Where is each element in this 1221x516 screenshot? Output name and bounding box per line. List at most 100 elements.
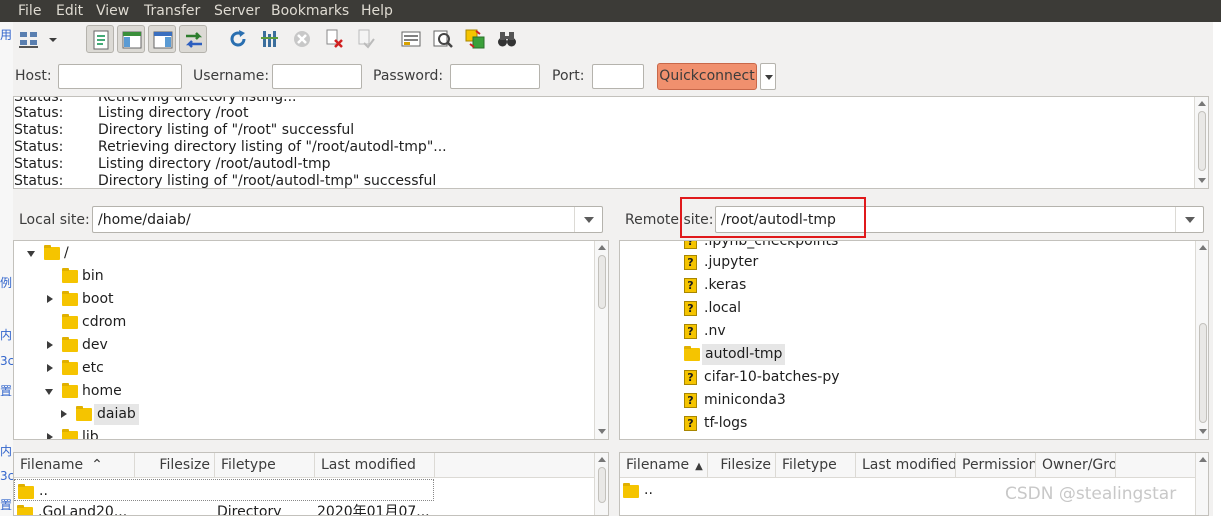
- refresh-button[interactable]: [224, 25, 252, 53]
- log-status: Status:: [14, 173, 64, 189]
- directory-filter-button[interactable]: [397, 25, 425, 53]
- scrollbar-thumb[interactable]: [1198, 111, 1206, 171]
- column-header-last-modified[interactable]: Last modified: [856, 453, 956, 478]
- remote-tree-icon: [153, 31, 173, 49]
- host-input[interactable]: [58, 64, 182, 89]
- column-header-filesize[interactable]: Filesize: [135, 453, 215, 478]
- toggle-local-tree-button[interactable]: [117, 25, 145, 53]
- column-header-permission[interactable]: Permission: [956, 453, 1036, 478]
- unknown-folder-icon: ?: [684, 278, 700, 293]
- chevron-down-icon[interactable]: [574, 207, 602, 232]
- column-header-owner-group[interactable]: Owner/Gro: [1036, 453, 1116, 478]
- expander-right-icon[interactable]: [44, 335, 56, 356]
- local-site-bar: Local site: /home/daiab/: [13, 198, 608, 240]
- toggle-message-log-button[interactable]: [86, 25, 114, 53]
- column-header-last-modified[interactable]: Last modified: [315, 453, 435, 478]
- scrollbar-thumb[interactable]: [598, 255, 606, 309]
- scrollbar-thumb[interactable]: [598, 467, 606, 503]
- file-row[interactable]: ..: [14, 479, 434, 501]
- folder-icon: [623, 483, 639, 498]
- local-site-path-combo[interactable]: /home/daiab/: [92, 206, 603, 233]
- unknown-folder-icon: ?: [684, 324, 700, 339]
- disconnect-button[interactable]: [320, 25, 348, 53]
- site-manager-icon: [19, 32, 38, 48]
- process-queue-button[interactable]: [256, 25, 284, 53]
- menu-bookmarks[interactable]: Bookmarks: [271, 2, 349, 20]
- column-title: Filename: [626, 457, 690, 473]
- log-status: Status:: [14, 139, 64, 155]
- background-window-strip: 用 例 内 3c 置 内 3c 置: [0, 22, 14, 516]
- folder-icon: [62, 383, 78, 398]
- folder-icon: [18, 484, 34, 499]
- log-row: Status: Directory listing of "/root" succ…: [14, 122, 1194, 139]
- quickconnect-button[interactable]: Quickconnect: [657, 63, 757, 90]
- synchronized-browsing-button[interactable]: [461, 25, 489, 53]
- scroll-down-icon[interactable]: [1198, 178, 1206, 183]
- chevron-down-icon[interactable]: [1175, 207, 1203, 232]
- menu-help[interactable]: Help: [361, 2, 393, 20]
- sort-ascending-icon: ⌃: [91, 457, 103, 473]
- scroll-up-icon[interactable]: [598, 457, 606, 462]
- remote-file-list-scrollbar[interactable]: [1195, 453, 1208, 515]
- remote-tree-scrollbar[interactable]: [1195, 241, 1208, 439]
- menu-transfer[interactable]: Transfer: [144, 2, 200, 20]
- scroll-down-icon[interactable]: [598, 429, 606, 434]
- log-scrollbar[interactable]: [1194, 97, 1208, 188]
- expander-right-icon[interactable]: [44, 358, 56, 379]
- menu-edit[interactable]: Edit: [56, 2, 83, 20]
- cancel-button[interactable]: [288, 25, 316, 53]
- scroll-up-icon[interactable]: [598, 245, 606, 250]
- scroll-down-icon[interactable]: [1199, 429, 1207, 434]
- expander-down-icon[interactable]: [44, 381, 56, 402]
- toolbar: [13, 22, 1213, 58]
- username-input[interactable]: [272, 64, 362, 89]
- horizontal-splitter[interactable]: [13, 189, 1209, 198]
- site-manager-dropdown[interactable]: [45, 25, 61, 53]
- menubar: File Edit View Transfer Server Bookmarks…: [0, 0, 1221, 22]
- vertical-splitter[interactable]: [608, 198, 619, 516]
- column-header-filename[interactable]: Filename ⌃: [14, 453, 135, 478]
- menu-file[interactable]: File: [18, 2, 41, 20]
- log-message: Directory listing of "/root" successful: [98, 122, 355, 138]
- scroll-up-icon[interactable]: [1199, 245, 1207, 250]
- scroll-up-icon[interactable]: [1199, 457, 1207, 462]
- password-input[interactable]: [450, 64, 540, 89]
- disconnect-icon: [326, 29, 343, 48]
- tree-node-label: tf-logs: [704, 415, 748, 431]
- quickconnect-history-dropdown[interactable]: [760, 63, 776, 90]
- transfer-queue-icon: [185, 32, 203, 48]
- column-header-filesize[interactable]: Filesize: [708, 453, 776, 478]
- local-tree-scrollbar[interactable]: [594, 241, 608, 439]
- local-file-list-scrollbar[interactable]: [594, 453, 608, 515]
- expander-right-icon[interactable]: [44, 289, 56, 310]
- background-fragment: 内: [0, 328, 13, 342]
- column-header-filename[interactable]: Filename ▲: [620, 453, 708, 478]
- column-header-filetype[interactable]: Filetype: [776, 453, 856, 478]
- column-header-filetype[interactable]: Filetype: [215, 453, 315, 478]
- menu-server[interactable]: Server: [214, 2, 260, 20]
- file-name: .GoLand20...: [38, 504, 128, 516]
- reconnect-button[interactable]: [352, 25, 380, 53]
- site-manager-button[interactable]: [15, 25, 43, 53]
- local-tree-icon: [122, 31, 142, 49]
- file-modified: 2020年01月07...: [317, 504, 430, 516]
- log-row: Status: Directory listing of "/root/autod…: [14, 173, 1194, 189]
- sync-browsing-icon: [465, 29, 485, 49]
- horizontal-splitter[interactable]: [13, 440, 1209, 452]
- menu-view[interactable]: View: [96, 2, 129, 20]
- scrollbar-thumb[interactable]: [1199, 323, 1207, 423]
- expander-right-icon[interactable]: [44, 427, 56, 439]
- port-input[interactable]: [592, 64, 644, 89]
- message-log-icon: [93, 30, 109, 50]
- tree-node-label: .keras: [704, 277, 747, 293]
- local-file-list-header: Filename ⌃ Filesize Filetype Last modifie…: [14, 453, 594, 478]
- scroll-up-icon[interactable]: [1198, 101, 1206, 106]
- toggle-remote-tree-button[interactable]: [148, 25, 176, 53]
- search-remote-files-button[interactable]: [493, 25, 521, 53]
- log-message: Listing directory /root: [98, 105, 249, 121]
- toggle-transfer-queue-button[interactable]: [179, 25, 207, 53]
- expander-down-icon[interactable]: [26, 243, 38, 264]
- toggle-comparison-button[interactable]: [429, 25, 457, 53]
- file-row[interactable]: .GoLand20... Directory 2020年01月07...: [14, 501, 594, 516]
- expander-right-icon[interactable]: [58, 404, 70, 425]
